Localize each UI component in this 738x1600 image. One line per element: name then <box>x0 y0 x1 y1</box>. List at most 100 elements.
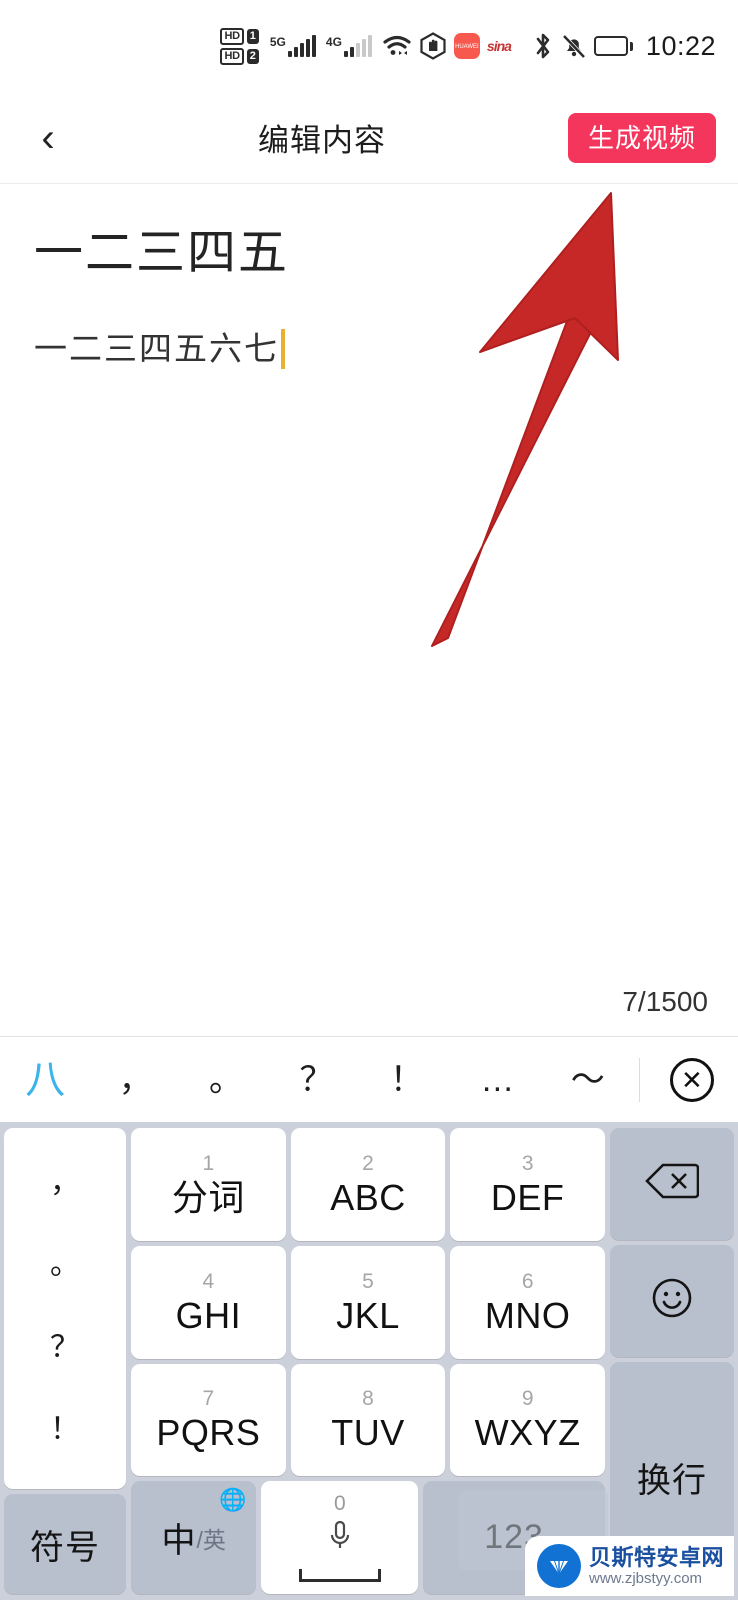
key-number: 6 <box>521 1269 534 1293</box>
key-number: 2 <box>362 1151 374 1175</box>
page-title: 编辑内容 <box>257 123 386 158</box>
emoji-key[interactable] <box>610 1244 734 1357</box>
key-number: 9 <box>521 1387 534 1411</box>
generate-video-button[interactable]: 生成视频 <box>567 112 716 163</box>
candidate-item-5[interactable]: … <box>452 1063 542 1097</box>
newline-key-label: 换行 <box>637 1462 707 1501</box>
key-1-fenci[interactable]: 1 分词 <box>131 1128 286 1241</box>
watermark-text: 贝斯特安卓网 www.zjbstyy.com <box>589 1545 724 1588</box>
close-keyboard-button[interactable]: ✕ <box>646 1057 738 1102</box>
ime-keyboard: ， 。 ？ ！ 符号 1 分词 2 ABC 3 DEF 4 GHI 5 JKL … <box>0 1122 738 1600</box>
key-3-def[interactable]: 3 DEF <box>450 1128 606 1241</box>
key-5-jkl[interactable]: 5 JKL <box>290 1245 446 1359</box>
key-9-wxyz[interactable]: 9 WXYZ <box>450 1363 606 1477</box>
status-bar: HD 1 HD 2 5G 4G HUAWEI sina 10:22 <box>0 0 738 92</box>
punct-period[interactable]: 。 <box>50 1250 80 1280</box>
key-label: DEF <box>490 1176 565 1218</box>
microphone-icon[interactable] <box>327 1518 353 1559</box>
key-label: 分词 <box>171 1176 245 1218</box>
sim-2-row: HD 2 <box>220 47 259 65</box>
key-2-abc[interactable]: 2 ABC <box>290 1128 446 1241</box>
status-bar-clock: 10:22 <box>645 30 716 61</box>
space-zero-label: 0 <box>333 1492 346 1516</box>
globe-icon[interactable]: 🌐 <box>219 1489 246 1511</box>
keyboard-function-column: 换行 <box>610 1128 734 1594</box>
hd-badge-2: HD <box>220 47 244 65</box>
signal-bars-icon-secondary <box>343 35 372 57</box>
key-8-tuv[interactable]: 8 TUV <box>290 1363 446 1477</box>
symbol-key-label: 符号 <box>30 1528 100 1567</box>
watermark-site-name: 贝斯特安卓网 <box>588 1544 724 1570</box>
key-number: 7 <box>202 1387 215 1411</box>
key-label: PQRS <box>156 1412 261 1454</box>
close-circle-icon: ✕ <box>669 1057 714 1102</box>
key-7-pqrs[interactable]: 7 PQRS <box>131 1363 286 1477</box>
hand-stop-icon <box>419 32 447 60</box>
app-header: ‹ 编辑内容 生成视频 <box>0 92 738 184</box>
backspace-key[interactable] <box>610 1128 734 1240</box>
punct-exclaim[interactable]: ！ <box>50 1414 80 1445</box>
emoji-smiley-icon <box>650 1276 694 1326</box>
network-type-secondary: 4G <box>325 35 342 49</box>
character-counter: 7/1500 <box>622 986 708 1017</box>
huawei-app-label: HUAWEI <box>455 43 479 49</box>
space-bar-indicator <box>298 1569 381 1583</box>
candidate-item-4[interactable]: ！ <box>362 1063 452 1097</box>
document-body-text: 一二三四五六七 <box>34 329 279 367</box>
space-key[interactable]: 0 <box>261 1481 419 1594</box>
sim-1-row: HD 1 <box>220 27 259 45</box>
keyboard-punctuation-column: ， 。 ？ ！ 符号 <box>4 1128 126 1594</box>
document-title-input[interactable]: 一二三四五 <box>34 224 704 283</box>
candidate-item-3[interactable]: ？ <box>271 1063 361 1097</box>
bluetooth-icon <box>532 32 554 60</box>
language-key-sub: /英 <box>196 1526 226 1553</box>
key-number: 3 <box>521 1151 534 1175</box>
key-number: 8 <box>362 1387 374 1411</box>
sim-number-1: 1 <box>246 28 259 44</box>
huawei-app-icon: HUAWEI <box>453 33 480 59</box>
key-label: WXYZ <box>474 1412 581 1454</box>
key-label: JKL <box>336 1294 400 1336</box>
text-caret <box>281 329 285 370</box>
sina-app-icon: sina <box>486 38 512 54</box>
candidate-item-2[interactable]: 。 <box>181 1063 271 1097</box>
keyboard-row-2: 4 GHI 5 JKL 6 MNO <box>131 1245 606 1359</box>
key-number: 4 <box>202 1269 215 1293</box>
key-label: MNO <box>484 1294 571 1336</box>
key-label: ABC <box>330 1176 406 1218</box>
candidate-item-6[interactable]: ～ <box>543 1063 633 1097</box>
language-key-main: 中 <box>161 1522 197 1561</box>
dual-sim-indicator: HD 1 HD 2 <box>220 27 259 65</box>
punct-comma[interactable]: ， <box>50 1168 80 1198</box>
site-watermark: 贝斯特安卓网 www.zjbstyy.com <box>524 1536 734 1596</box>
key-number: 1 <box>202 1151 215 1175</box>
network-type-primary: 5G <box>269 35 286 49</box>
punctuation-key-group[interactable]: ， 。 ？ ！ <box>4 1128 126 1489</box>
keyboard-row-3: 7 PQRS 8 TUV 9 WXYZ <box>131 1363 606 1477</box>
language-switch-key[interactable]: 中 /英 🌐 <box>131 1481 257 1594</box>
candidate-item-1[interactable]: ， <box>90 1063 180 1097</box>
keyboard-row-1: 1 分词 2 ABC 3 DEF <box>131 1128 606 1241</box>
key-number: 5 <box>362 1269 374 1293</box>
sim-number-2: 2 <box>246 48 259 64</box>
hd-badge-1: HD <box>220 27 244 45</box>
key-6-mno[interactable]: 6 MNO <box>450 1245 606 1359</box>
wifi-icon <box>382 34 412 58</box>
backspace-icon <box>645 1162 700 1206</box>
key-4-ghi[interactable]: 4 GHI <box>131 1245 286 1359</box>
battery-icon <box>593 36 633 56</box>
document-body-input[interactable]: 一二三四五六七 <box>34 327 704 372</box>
punct-question[interactable]: ？ <box>50 1332 80 1363</box>
bell-mute-icon <box>561 32 587 60</box>
watermark-url: www.zjbstyy.com <box>588 1570 703 1588</box>
candidate-item-0[interactable]: 八 <box>0 1060 90 1100</box>
key-label: GHI <box>175 1294 242 1336</box>
phone-screen: HD 1 HD 2 5G 4G HUAWEI sina 10:22 ‹ 编辑内容… <box>0 0 738 1600</box>
candidate-divider <box>638 1057 640 1102</box>
signal-group-secondary: 4G <box>326 35 372 57</box>
key-label: TUV <box>331 1412 405 1454</box>
content-editor[interactable]: 一二三四五 一二三四五六七 7/1500 <box>0 184 738 1036</box>
signal-group-primary: 5G <box>270 35 316 57</box>
symbol-key[interactable]: 符号 <box>4 1494 126 1594</box>
watermark-logo-icon <box>536 1544 581 1588</box>
